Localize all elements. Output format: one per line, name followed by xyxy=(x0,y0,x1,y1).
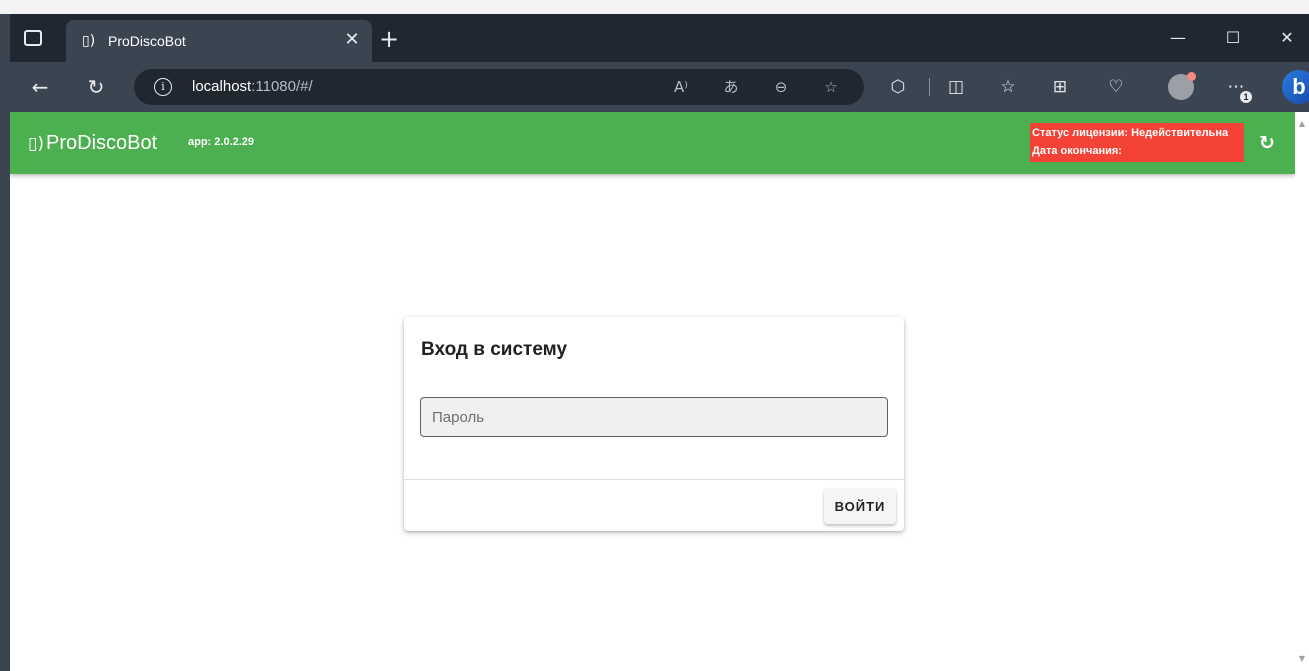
bing-copilot-icon[interactable]: b xyxy=(1282,70,1309,104)
license-status: Статус лицензии: Недействительна xyxy=(1032,127,1229,139)
reload-icon[interactable]: ↻ xyxy=(82,74,110,100)
desktop-background xyxy=(0,0,1309,14)
browser-window: ▯) ProDiscoBot ✕ + — ☐ ✕ ← ↻ i localhost… xyxy=(0,0,1309,671)
scroll-up-icon[interactable]: ▲ xyxy=(1298,120,1306,128)
maximize-icon[interactable]: ☐ xyxy=(1213,24,1253,52)
plus-icon[interactable]: + xyxy=(376,26,402,52)
tab-bar: ▯) ProDiscoBot ✕ + — ☐ ✕ xyxy=(10,14,1309,62)
favorites-icon[interactable]: ☆ xyxy=(994,74,1022,100)
page-viewport: ▯) ProDiscoBot app: 2.0.2.29 Статус лицен… xyxy=(10,112,1295,671)
license-end-date: Дата окончания: xyxy=(1032,145,1122,157)
card-divider xyxy=(404,479,904,480)
window-left-edge xyxy=(0,14,10,671)
close-icon[interactable]: ✕ xyxy=(340,28,364,52)
toolbar-separator xyxy=(929,78,930,96)
tab-actions-icon[interactable] xyxy=(24,30,42,46)
favorite-star-icon[interactable]: ☆ xyxy=(818,75,844,99)
url-path: :11080/#/ xyxy=(251,78,313,95)
page-scrollbar[interactable]: ▲ ▼ xyxy=(1295,112,1309,671)
app-logo[interactable]: ▯) ProDiscoBot xyxy=(28,130,157,157)
browser-essentials-icon[interactable]: ♡ xyxy=(1102,74,1130,100)
app-header: ▯) ProDiscoBot app: 2.0.2.29 Статус лицен… xyxy=(10,112,1295,174)
profile-icon[interactable] xyxy=(1168,72,1196,100)
back-arrow-icon[interactable]: ← xyxy=(26,74,54,100)
app-version: app: 2.0.2.29 xyxy=(188,136,255,148)
address-bar-row: ← ↻ i localhost:11080/#/ A⁾ あ ⊖ ☆ ⬡ ◫ ☆ … xyxy=(10,62,1309,112)
read-aloud-icon[interactable]: A⁾ xyxy=(668,75,694,99)
collections-icon[interactable]: ⊞ xyxy=(1046,74,1074,100)
login-button[interactable]: ВОЙТИ xyxy=(824,488,896,524)
url-host: localhost xyxy=(192,78,252,95)
extensions-icon[interactable]: ⬡ xyxy=(884,74,912,100)
chatbot-icon: ▯) xyxy=(28,134,44,154)
url-text[interactable]: localhost:11080/#/ xyxy=(192,78,313,96)
password-input[interactable] xyxy=(420,397,888,437)
minimize-icon[interactable]: — xyxy=(1158,24,1198,52)
scroll-down-icon[interactable]: ▼ xyxy=(1298,655,1306,663)
chatbot-icon: ▯) xyxy=(82,33,96,49)
tab-prodiscobot[interactable]: ▯) ProDiscoBot ✕ xyxy=(66,20,372,62)
login-title: Вход в систему xyxy=(421,339,568,360)
logo-text: ProDiscoBot xyxy=(46,132,158,154)
login-card: Вход в систему ВОЙТИ xyxy=(404,317,904,531)
address-bar[interactable]: i localhost:11080/#/ A⁾ あ ⊖ ☆ xyxy=(134,69,864,105)
info-icon[interactable]: i xyxy=(154,78,172,96)
split-screen-icon[interactable]: ◫ xyxy=(942,74,970,100)
zoom-out-icon[interactable]: ⊖ xyxy=(768,75,794,99)
translate-icon[interactable]: あ xyxy=(718,75,744,99)
notification-badge: 1 xyxy=(1240,91,1252,103)
tab-title: ProDiscoBot xyxy=(108,33,186,49)
license-status-badge: Статус лицензии: Недействительна Дата ок… xyxy=(1030,123,1244,162)
refresh-icon[interactable]: ↻ xyxy=(1256,132,1278,154)
window-close-icon[interactable]: ✕ xyxy=(1267,24,1307,52)
